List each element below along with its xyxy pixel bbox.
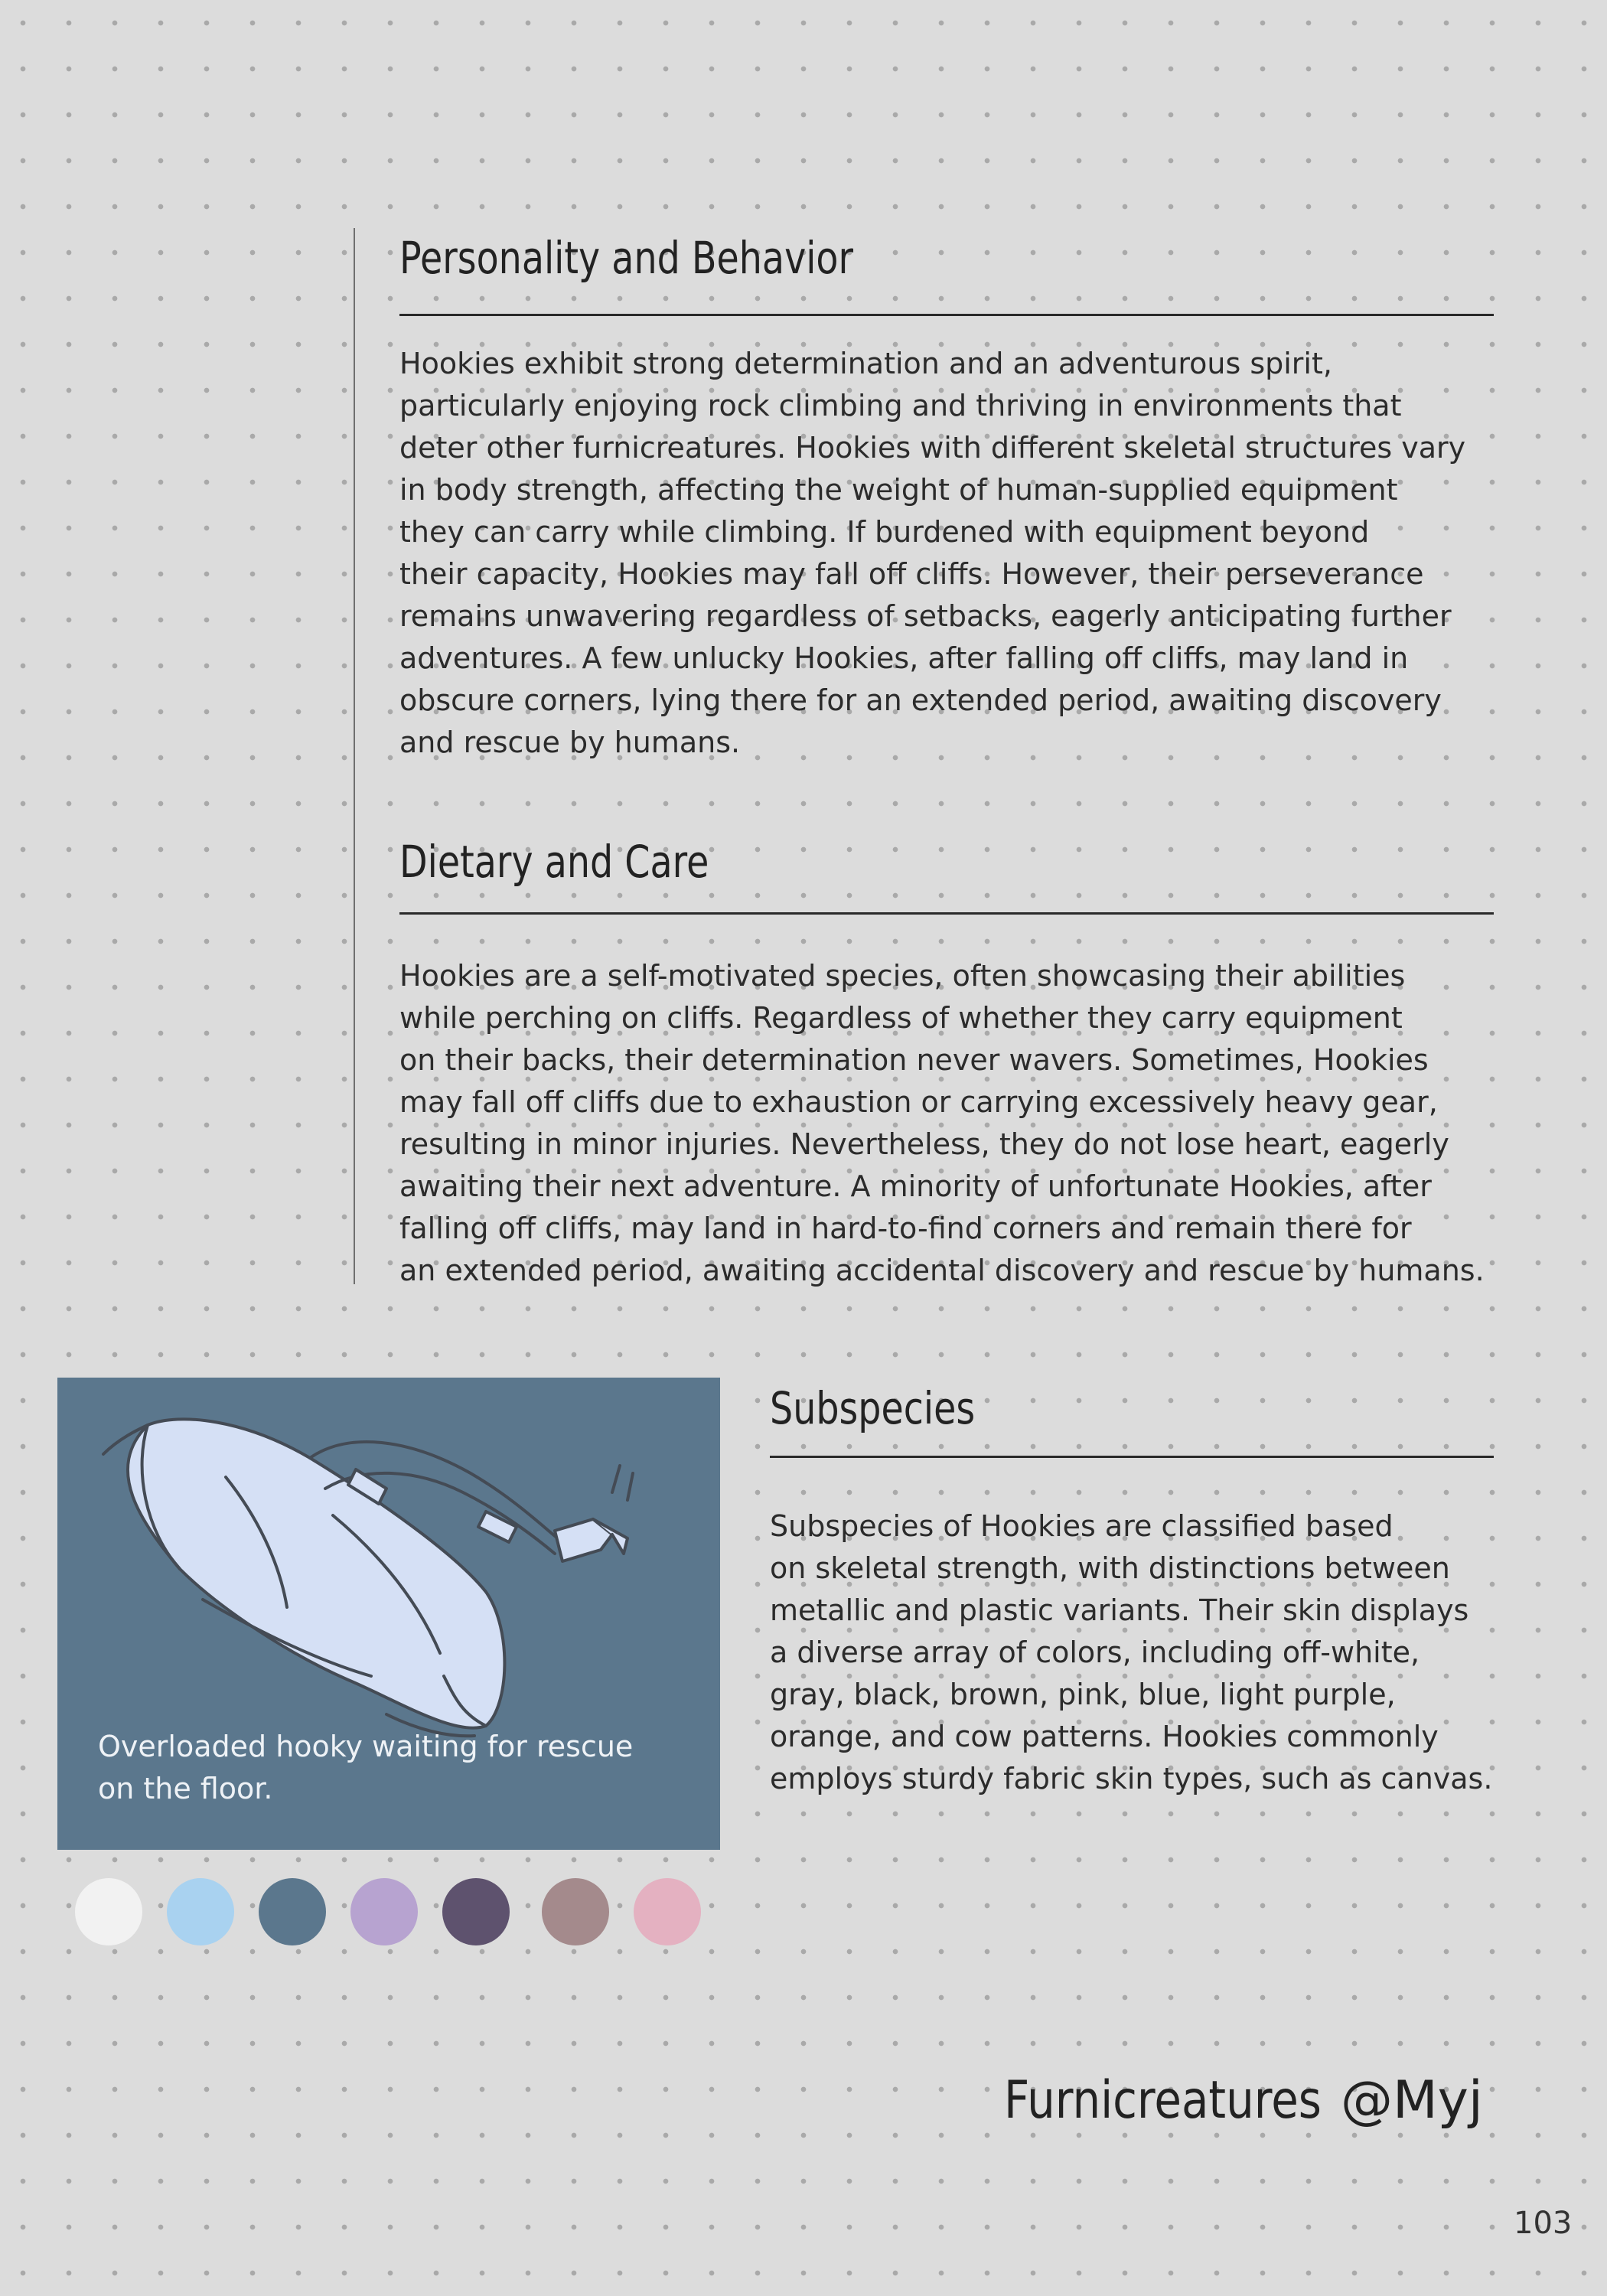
page-number: 103 <box>1514 2206 1573 2241</box>
text-line: gray, black, brown, pink, blue, light pu… <box>770 1678 1396 1711</box>
color-swatch <box>350 1878 418 1945</box>
text-line: may fall off cliffs due to exhaustion or… <box>399 1085 1438 1119</box>
color-swatch <box>259 1878 326 1945</box>
section-heading-subspecies: Subspecies <box>770 1382 976 1434</box>
section-divider-line <box>354 228 355 1284</box>
section-heading-personality: Personality and Behavior <box>399 232 854 284</box>
text-line: Hookies exhibit strong determination and… <box>399 347 1332 380</box>
figure-caption: Overloaded hooky waiting for rescue on t… <box>98 1726 633 1810</box>
heading-rule <box>399 314 1494 316</box>
hooky-figure: Overloaded hooky waiting for rescue on t… <box>57 1378 720 1850</box>
text-line: particularly enjoying rock climbing and … <box>399 389 1402 422</box>
heading-rule <box>770 1456 1494 1458</box>
section-body-personality: Hookies exhibit strong determination and… <box>399 343 1465 764</box>
text-line: in body strength, affecting the weight o… <box>399 473 1398 507</box>
text-line: on their backs, their determination neve… <box>399 1043 1429 1077</box>
heading-rule <box>399 912 1494 915</box>
text-line: their capacity, Hookies may fall off cli… <box>399 557 1424 591</box>
text-line: on skeletal strength, with distinctions … <box>770 1551 1450 1585</box>
text-line: deter other furnicreatures. Hookies with… <box>399 431 1466 465</box>
text-line: employs sturdy fabric skin types, such a… <box>770 1762 1493 1795</box>
caption-line: Overloaded hooky waiting for rescue <box>98 1730 634 1763</box>
text-line: metallic and plastic variants. Their ski… <box>770 1593 1469 1627</box>
text-line: resulting in minor injuries. Nevertheles… <box>399 1127 1449 1161</box>
color-swatch <box>442 1878 510 1945</box>
text-line: Subspecies of Hookies are classified bas… <box>770 1509 1393 1543</box>
color-swatch <box>167 1878 234 1945</box>
section-body-subspecies: Subspecies of Hookies are classified bas… <box>770 1505 1492 1800</box>
text-line: while perching on cliffs. Regardless of … <box>399 1001 1403 1035</box>
color-swatch <box>542 1878 609 1945</box>
color-swatch <box>634 1878 701 1945</box>
text-line: falling off cliffs, may land in hard-to-… <box>399 1212 1412 1245</box>
section-body-dietary: Hookies are a self-motivated species, of… <box>399 955 1485 1292</box>
author-handle: @Myj <box>1341 2070 1483 2131</box>
text-line: an extended period, awaiting accidental … <box>399 1254 1485 1287</box>
text-line: adventures. A few unlucky Hookies, after… <box>399 641 1409 675</box>
text-line: remains unwavering regardless of setback… <box>399 599 1452 633</box>
section-heading-dietary: Dietary and Care <box>399 836 709 888</box>
text-line: awaiting their next adventure. A minorit… <box>399 1169 1432 1203</box>
brand-name: Furnicreatures <box>1004 2070 1322 2131</box>
text-line: Hookies are a self-motivated species, of… <box>399 959 1406 993</box>
caption-line: on the floor. <box>98 1772 273 1805</box>
text-line: obscure corners, lying there for an exte… <box>399 683 1442 717</box>
text-line: orange, and cow patterns. Hookies common… <box>770 1720 1439 1753</box>
color-swatch <box>75 1878 142 1945</box>
text-line: a diverse array of colors, including off… <box>770 1636 1420 1669</box>
text-line: and rescue by humans. <box>399 726 741 759</box>
text-line: they can carry while climbing. If burden… <box>399 515 1370 549</box>
